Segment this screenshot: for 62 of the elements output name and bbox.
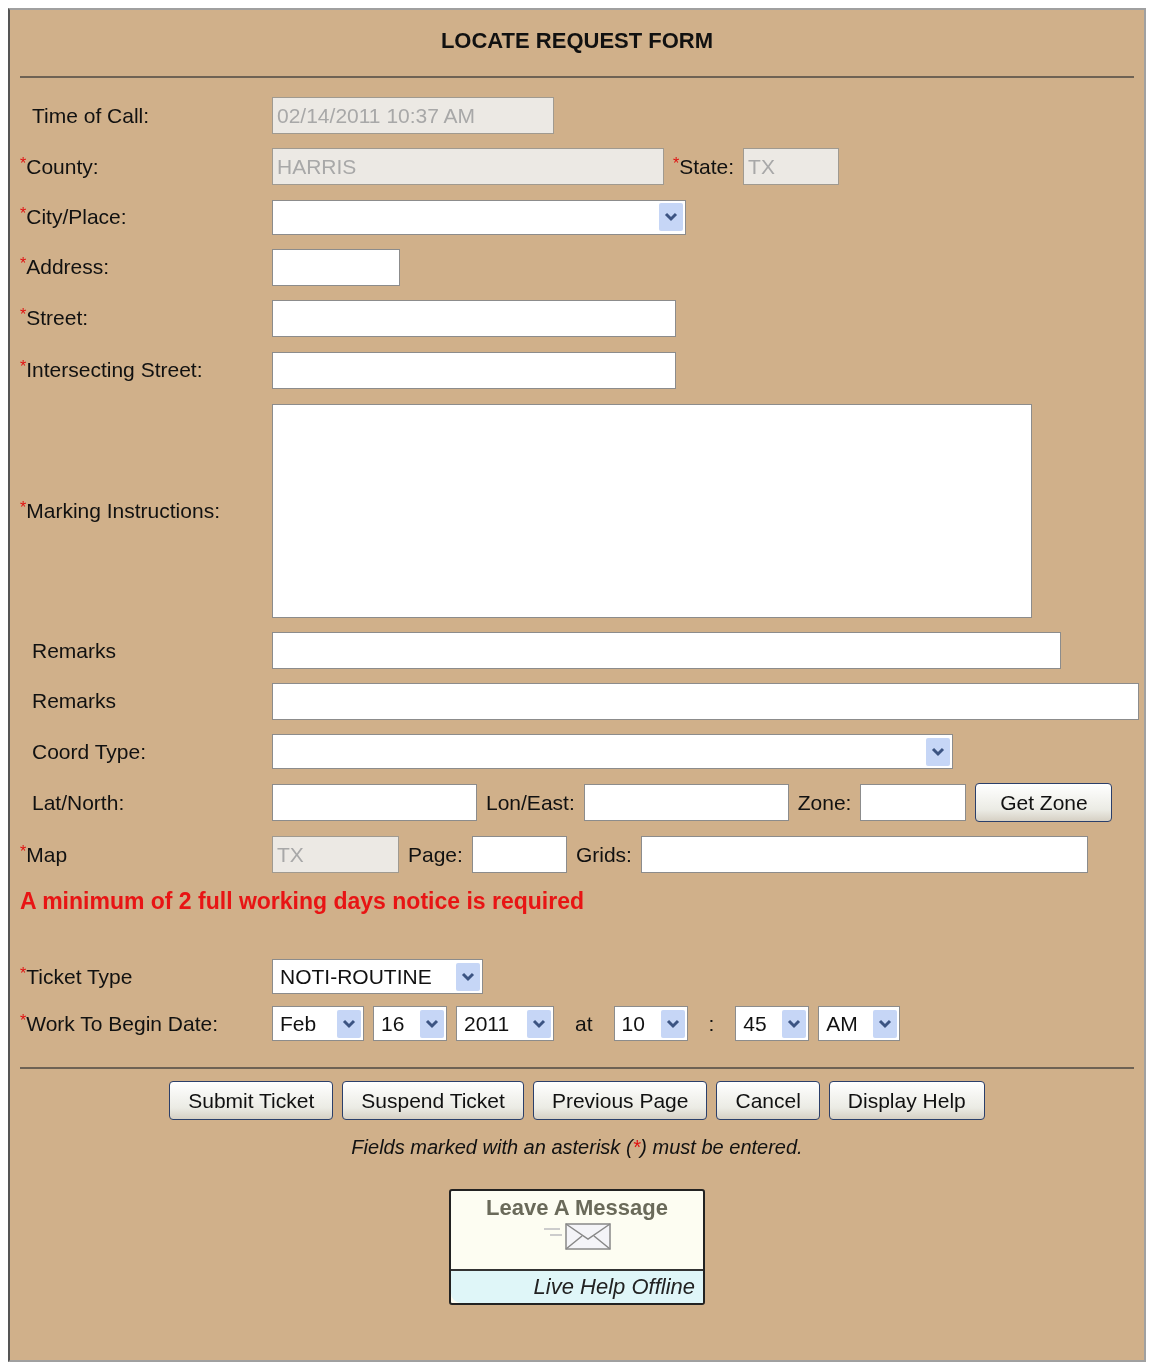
- dropdown[interactable]: 10: [613, 1006, 688, 1041]
- form-button[interactable]: Cancel: [716, 1081, 820, 1120]
- field-label: *Work To Begin Date:: [20, 1011, 220, 1036]
- chevron-down-icon: [420, 1009, 444, 1038]
- text-field[interactable]: [272, 632, 1061, 669]
- footnote-text: Fields marked with an asterisk (*) must be entered.: [350, 1136, 804, 1159]
- text-field[interactable]: [471, 836, 567, 873]
- field-label: *Ticket Type: [20, 964, 134, 989]
- field-label: *Map: [20, 842, 69, 867]
- text-field[interactable]: [272, 784, 477, 821]
- field-label: Lon/East:: [486, 790, 575, 815]
- field-label: Page:: [408, 842, 463, 867]
- form-button[interactable]: Previous Page: [532, 1081, 708, 1120]
- dropdown[interactable]: NOTI-ROUTINE: [272, 959, 483, 994]
- status-text: Live Help Offline: [533, 1274, 695, 1300]
- form-title: LOCATE REQUEST FORM: [439, 27, 715, 55]
- live-help-badge[interactable]: Leave A Message Live Help Offline: [449, 1189, 705, 1305]
- text-field[interactable]: [272, 299, 676, 337]
- dropdown[interactable]: 16: [373, 1006, 447, 1041]
- field-label: *Intersecting Street:: [20, 358, 204, 382]
- dropdown[interactable]: [272, 734, 953, 769]
- text-field[interactable]: [272, 682, 1139, 720]
- field-label: *Address:: [20, 255, 111, 279]
- text-field[interactable]: [860, 784, 967, 821]
- field-label: *County:: [20, 154, 100, 179]
- dropdown[interactable]: [272, 199, 686, 235]
- chevron-down-icon: [659, 203, 683, 231]
- dropdown[interactable]: 2011: [456, 1006, 554, 1041]
- chevron-down-icon: [660, 1009, 685, 1038]
- field-label: :: [707, 1011, 716, 1036]
- field-label: Coord Type:: [31, 739, 147, 764]
- field-label: Remarks: [31, 638, 117, 663]
- field-label: Time of Call:: [31, 103, 151, 128]
- notice-text: A minimum of 2 full working days notice is required: [20, 887, 586, 916]
- dropdown[interactable]: Feb: [272, 1006, 364, 1041]
- field-label: Lat/North:: [31, 790, 126, 815]
- field-label: at: [574, 1011, 594, 1036]
- dropdown[interactable]: 45: [735, 1006, 810, 1041]
- badge-heading: Leave A Message: [486, 1195, 668, 1221]
- text-field[interactable]: [272, 248, 400, 286]
- field-label: Grids:: [575, 842, 632, 867]
- get-zone-button[interactable]: Get Zone: [975, 783, 1113, 822]
- text-field[interactable]: [583, 784, 789, 821]
- text-field[interactable]: [640, 836, 1088, 873]
- form-button[interactable]: Display Help: [828, 1081, 985, 1120]
- field-label: *Street:: [20, 306, 90, 330]
- chevron-down-icon: [926, 737, 950, 766]
- form-button[interactable]: Submit Ticket: [169, 1081, 334, 1120]
- field-label: *State:: [673, 154, 735, 179]
- chevron-down-icon: [337, 1009, 361, 1038]
- chevron-down-icon: [456, 962, 480, 991]
- field-label: *Marking Instructions:: [20, 498, 221, 523]
- text-field[interactable]: [272, 351, 676, 389]
- field-label: Remarks: [31, 689, 117, 713]
- form-button[interactable]: Suspend Ticket: [342, 1081, 524, 1120]
- chevron-down-icon: [873, 1009, 898, 1038]
- field-label: *City/Place:: [20, 205, 128, 229]
- chevron-down-icon: [782, 1009, 807, 1038]
- field-label: Zone:: [797, 790, 852, 815]
- envelope-icon: [542, 1221, 612, 1251]
- chevron-down-icon: [527, 1009, 551, 1038]
- dropdown[interactable]: AM: [818, 1006, 901, 1041]
